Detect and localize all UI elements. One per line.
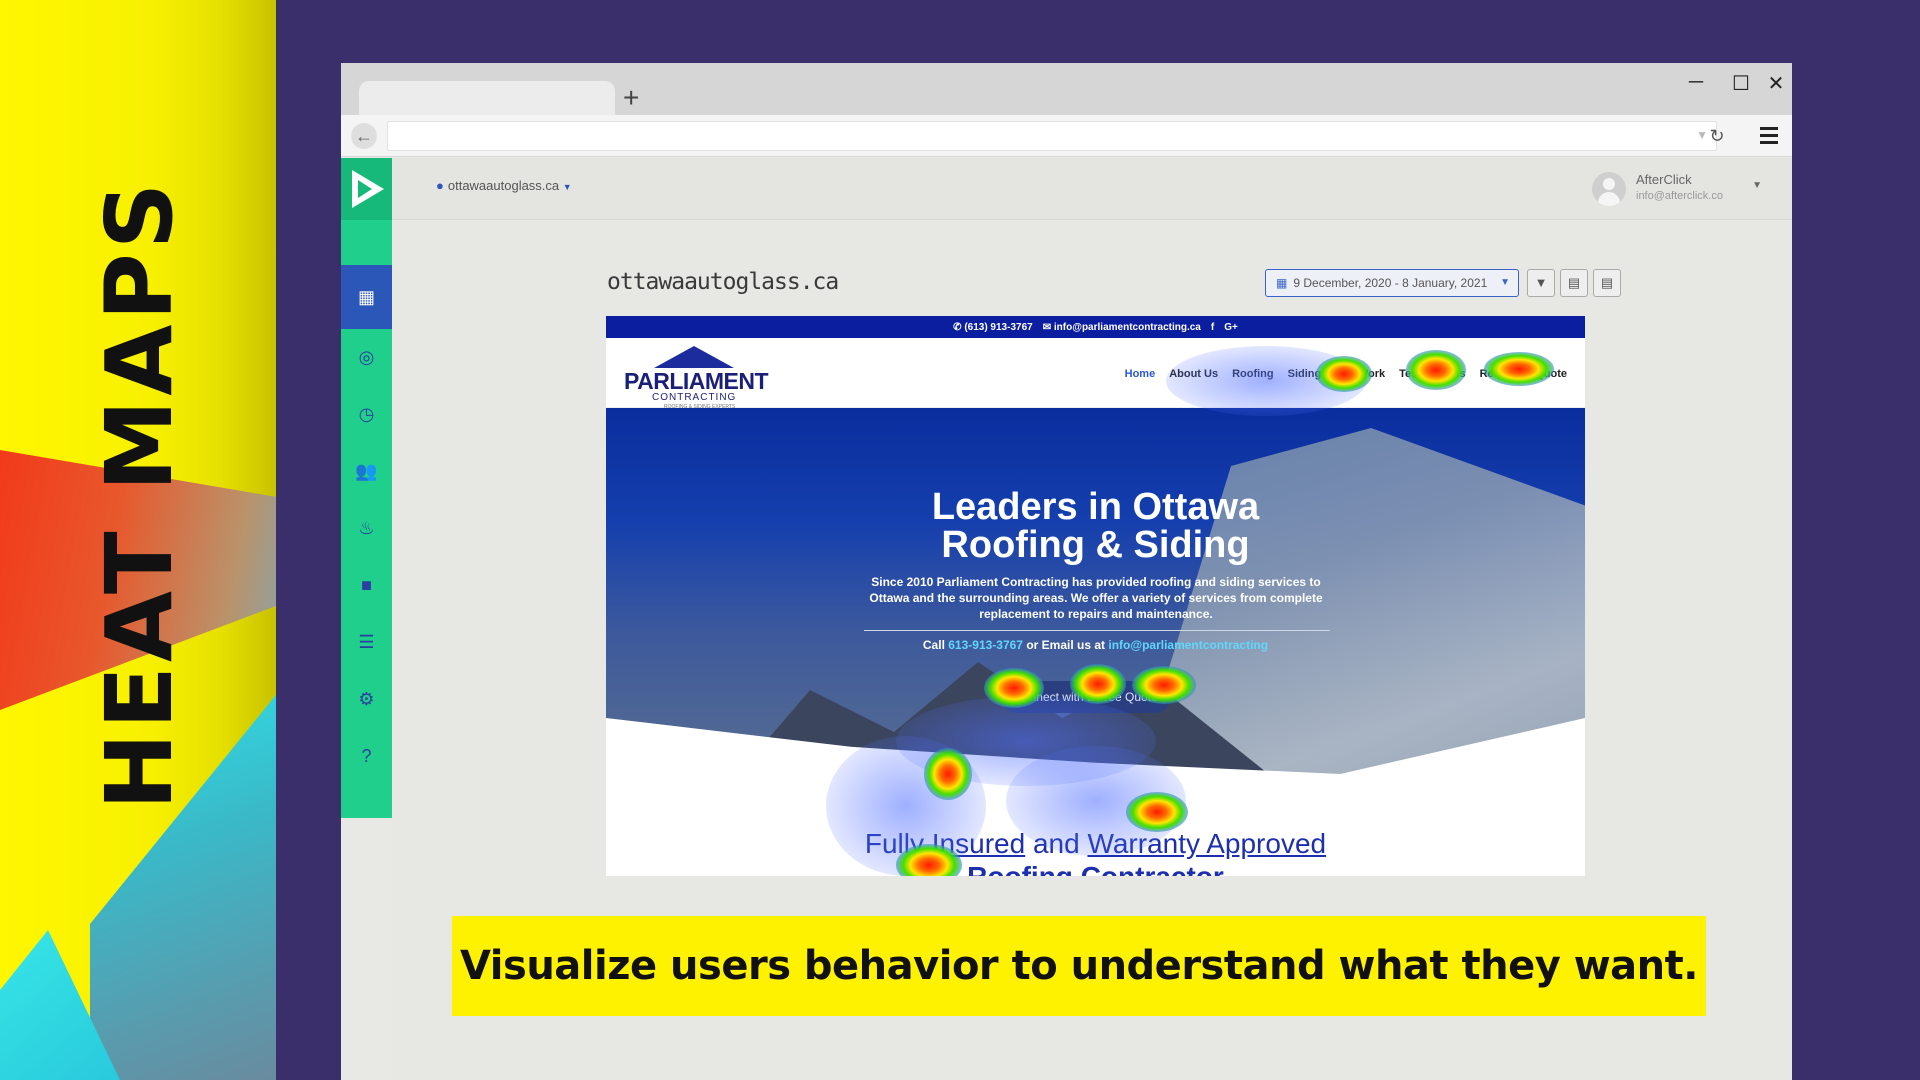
video-icon: ■ <box>361 575 372 595</box>
site-nav-testimonials[interactable]: Testimonials <box>1399 368 1465 380</box>
hero-phone-link[interactable]: 613-913-3767 <box>948 638 1023 652</box>
hero-contact: Call 613-913-3767 or Email us at info@pa… <box>922 638 1269 652</box>
site-nav-roofing[interactable]: Roofing <box>1232 368 1274 380</box>
site-nav-about[interactable]: About Us <box>1169 368 1218 380</box>
filter-icon: ▼ <box>1534 275 1548 290</box>
site-nav-links: Home About Us Roofing Siding Our Work Te… <box>1125 368 1567 380</box>
page-title: ottawaautoglass.ca <box>607 269 839 295</box>
section-heading: Fully Insured and Warranty Approved <box>864 828 1327 859</box>
user-menu[interactable]: AfterClick info@afterclick.co ▼ <box>1592 168 1762 210</box>
caption-text: Visualize users behavior to understand w… <box>460 943 1698 989</box>
document-icon: ▤ <box>1567 275 1581 290</box>
brand-sub: CONTRACTING <box>652 392 737 403</box>
hero-divider <box>864 630 1330 631</box>
site-top-strip: ✆ (613) 913-3767 ✉ info@parliamentcontra… <box>606 316 1585 338</box>
check-circle-icon: ● <box>436 178 444 193</box>
users-icon: 👥 <box>355 461 378 481</box>
caret-down-icon: ▼ <box>1500 277 1510 288</box>
house-roof-icon <box>654 346 734 368</box>
reload-button[interactable]: ↻ <box>1704 123 1730 149</box>
site-nav-our-work[interactable]: Our Work <box>1335 368 1385 380</box>
sidebar-item-users[interactable]: 👥 <box>341 443 392 500</box>
decorative-band: HEAT MAPS <box>0 0 276 1080</box>
download-button[interactable]: ▤ <box>1593 269 1621 297</box>
clock-icon: ◷ <box>358 404 375 424</box>
banner-title: HEAT MAPS <box>86 178 193 810</box>
date-range-picker[interactable]: ▦ 9 December, 2020 - 8 January, 2021 ▼ <box>1265 269 1519 297</box>
sidebar-item-dashboard[interactable]: ▦ <box>341 265 392 329</box>
url-input[interactable]: ▼ <box>387 121 1717 151</box>
browser-menu-button[interactable] <box>1756 123 1782 149</box>
site-navbar: PARLIAMENT CONTRACTING ROOFING & SIDING … <box>606 338 1585 410</box>
sidebar-item-help[interactable]: ? <box>341 728 392 785</box>
user-name: AfterClick <box>1636 172 1692 187</box>
fire-icon: ♨ <box>358 518 375 538</box>
sidebar-item-recordings[interactable]: ■ <box>341 557 392 614</box>
site-selector[interactable]: ● ottawaautoglass.ca ▼ <box>436 178 572 193</box>
section-heading-2: Roofing Contractor <box>606 861 1585 876</box>
caret-down-icon: ▼ <box>562 182 572 192</box>
facebook-icon[interactable]: f <box>1211 322 1214 333</box>
site-phone: ✆ (613) 913-3767 <box>953 321 1033 333</box>
hero-email-link[interactable]: info@parliamentcontracting <box>1108 638 1268 652</box>
sidebar-item-account[interactable]: ⚙ <box>341 671 392 728</box>
site-nav-home[interactable]: Home <box>1125 368 1156 380</box>
site-nav-siding[interactable]: Siding <box>1288 368 1322 380</box>
filter-button[interactable]: ▼ <box>1527 269 1555 297</box>
close-button[interactable]: ✕ <box>1761 71 1791 96</box>
reload-icon: ↻ <box>1709 126 1725 146</box>
arrow-left-icon: ← <box>355 126 373 146</box>
app-sidebar: ▦ ◎ ◷ 👥 ♨ ■ ☰ ⚙ ? <box>341 158 392 818</box>
user-email: info@afterclick.co <box>1636 190 1723 202</box>
help-icon: ? <box>361 746 372 766</box>
new-tab-button[interactable]: + <box>623 83 639 113</box>
google-plus-icon[interactable]: G+ <box>1224 322 1238 333</box>
browser-titlebar: + ─ ☐ ✕ <box>341 63 1792 115</box>
sidebar-item-heatmaps[interactable]: ♨ <box>341 500 392 557</box>
minimize-button[interactable]: ─ <box>1681 71 1711 94</box>
site-nav-quote[interactable]: Request a Quote <box>1480 368 1567 380</box>
hero-title: Leaders in Ottawa Roofing & Siding <box>931 486 1260 566</box>
browser-tab[interactable] <box>359 81 615 115</box>
site-email: ✉ info@parliamentcontracting.ca <box>1042 321 1201 333</box>
maximize-button[interactable]: ☐ <box>1726 71 1756 96</box>
user-settings-icon: ⚙ <box>358 689 375 709</box>
sidebar-item-lists[interactable]: ☰ <box>341 614 392 671</box>
caption-banner: Visualize users behavior to understand w… <box>452 916 1706 1016</box>
back-button[interactable]: ← <box>351 123 377 149</box>
target-icon: ◎ <box>358 347 375 367</box>
heatmap-preview[interactable]: ✆ (613) 913-3767 ✉ info@parliamentcontra… <box>606 316 1585 876</box>
caret-down-icon: ▼ <box>1752 180 1762 191</box>
site-hero: Leaders in Ottawa Roofing & Siding Since… <box>606 408 1585 788</box>
export-button[interactable]: ▤ <box>1560 269 1588 297</box>
site-logo[interactable]: PARLIAMENT CONTRACTING ROOFING & SIDING … <box>624 346 774 410</box>
grid-icon: ▦ <box>357 286 375 307</box>
site-selector-label: ottawaautoglass.ca <box>447 178 560 193</box>
avatar <box>1592 172 1626 206</box>
app-header: ● ottawaautoglass.ca ▼ AfterClick info@af… <box>392 158 1792 220</box>
file-icon: ▤ <box>1600 275 1614 290</box>
address-bar-row: ← ▼ ↻ <box>341 115 1792 157</box>
sidebar-item-history[interactable]: ◷ <box>341 386 392 443</box>
date-range-label: 9 December, 2020 - 8 January, 2021 <box>1293 276 1488 290</box>
brand-name: PARLIAMENT <box>624 368 769 394</box>
list-icon: ☰ <box>358 632 375 652</box>
sidebar-item-goals[interactable]: ◎ <box>341 329 392 386</box>
hero-description: Since 2010 Parliament Contracting has pr… <box>869 575 1323 621</box>
quote-button[interactable]: Connect with a Free Quote <box>1001 681 1171 713</box>
calendar-icon: ▦ <box>1276 276 1288 290</box>
app-logo[interactable] <box>341 158 392 220</box>
